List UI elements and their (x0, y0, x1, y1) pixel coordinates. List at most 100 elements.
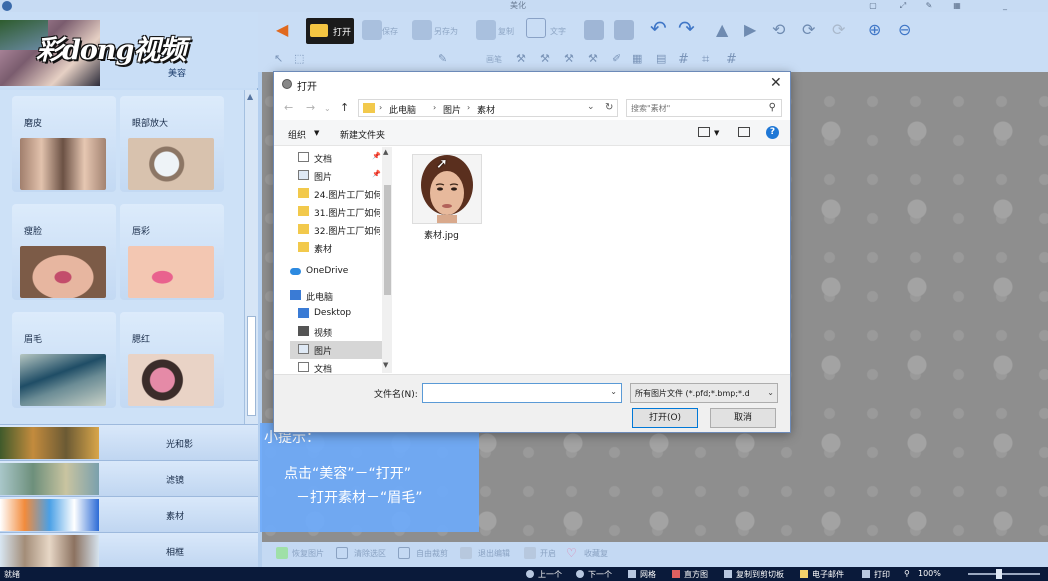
flip-vertical-icon[interactable]: ▲ (716, 20, 728, 39)
nav-item-pictures-pc[interactable]: 图片 (290, 341, 382, 359)
copy-clipboard-button[interactable]: 复制到剪切板 (736, 569, 784, 580)
nav-item-folder-31[interactable]: 31.图片工厂如何 (298, 203, 382, 221)
crop-grid-icon[interactable]: ⌗ (702, 52, 709, 67)
brush-2-icon[interactable]: ⚒ (540, 52, 550, 65)
brush-1-icon[interactable]: ⚒ (516, 52, 526, 65)
category-light-shadow[interactable]: 光和影 (0, 424, 258, 460)
rotate-free-icon[interactable]: ⟳ (832, 20, 845, 39)
nav-item-documents-pc[interactable]: 文档 (298, 359, 382, 373)
zoom-out-icon[interactable]: ⊖ (898, 20, 911, 39)
organize-dropdown-icon[interactable]: ▼ (314, 129, 319, 137)
brush-3-icon[interactable]: ⚒ (564, 52, 574, 65)
email-button[interactable]: 电子邮件 (812, 569, 844, 580)
prev-button[interactable]: 上一个 (538, 569, 562, 580)
address-dropdown-icon[interactable]: ⌄ (587, 102, 595, 112)
recent-dropdown-icon[interactable]: ⌄ (324, 104, 331, 113)
view-options-icon[interactable] (698, 127, 710, 137)
cancel-button[interactable]: 取消 (710, 408, 776, 428)
breadcrumb-pictures[interactable]: 图片 (443, 103, 461, 116)
nav-item-onedrive[interactable]: OneDrive (290, 263, 374, 281)
select-rect-icon[interactable]: ⬚ (294, 52, 304, 65)
zoom-slider-handle[interactable] (996, 569, 1002, 579)
print-status-icon[interactable] (862, 570, 870, 578)
new-folder-button[interactable]: 新建文件夹 (340, 128, 385, 141)
filetype-select[interactable]: 所有图片文件 (*.pfd;*.bmp;*.d ⌄ (630, 383, 778, 403)
preview-pane-icon[interactable] (738, 127, 750, 137)
nav-item-folder-32[interactable]: 32.图片工厂如何 (298, 221, 382, 239)
email-icon[interactable] (800, 570, 808, 578)
scroll-down-icon[interactable]: ▼ (383, 361, 388, 369)
grid-large-icon[interactable]: # (726, 52, 737, 67)
flip-horizontal-icon[interactable]: ▶ (744, 20, 756, 39)
nav-item-documents[interactable]: 文档 📌 (298, 149, 382, 167)
clear-selection-label[interactable]: 清除选区 (354, 548, 386, 559)
effect-card-slim-face[interactable]: 瘦脸 (12, 204, 116, 300)
print-button[interactable]: 打印 (874, 569, 890, 580)
rotate-left-icon[interactable]: ⟲ (772, 20, 785, 39)
scrollbar-thumb[interactable] (247, 316, 256, 416)
text-tool-icon[interactable] (526, 18, 546, 38)
filename-field[interactable]: ⌄ (422, 383, 622, 403)
back-icon[interactable]: ← (284, 101, 293, 114)
nav-item-this-pc[interactable]: 此电脑 (290, 287, 374, 305)
next-icon[interactable] (576, 570, 584, 578)
navigation-scrollbar[interactable]: ▲ ▼ (382, 147, 392, 373)
edit-icon[interactable]: ✎ (924, 1, 934, 11)
zoom-in-icon[interactable]: ⊕ (868, 20, 881, 39)
enable-icon[interactable] (524, 547, 536, 559)
exit-edit-label[interactable]: 退出编辑 (478, 548, 510, 559)
heart-icon[interactable]: ♡ (566, 546, 577, 560)
grid-icon[interactable]: ▤ (656, 52, 666, 65)
effect-card-eyebrow[interactable]: 眉毛 (12, 312, 116, 408)
refresh-icon[interactable]: ↻ (605, 102, 613, 113)
favorite-label[interactable]: 收藏复 (584, 548, 608, 559)
prev-icon[interactable] (526, 570, 534, 578)
forward-icon[interactable]: → (306, 101, 315, 114)
enable-label[interactable]: 开启 (540, 548, 556, 559)
category-material[interactable]: 素材 (0, 496, 258, 532)
grid-toggle[interactable]: 网格 (640, 569, 656, 580)
copy-icon[interactable] (476, 20, 496, 40)
zoom-slider[interactable] (968, 569, 1040, 579)
clear-selection-icon[interactable] (336, 547, 348, 559)
histogram-icon[interactable] (672, 570, 680, 578)
address-bar[interactable]: › 此电脑 › 图片 › 素材 ⌄ ↻ (358, 99, 618, 117)
breadcrumb-material[interactable]: 素材 (477, 103, 495, 116)
zoom-search-icon[interactable]: ⚲ (904, 569, 910, 578)
scroll-up-icon[interactable]: ▲ (383, 148, 388, 156)
search-icon[interactable]: ⚲ (769, 102, 776, 113)
mail-icon[interactable] (614, 20, 634, 40)
up-icon[interactable]: ↑ (340, 101, 349, 114)
rotate-right-icon[interactable]: ⟳ (802, 20, 815, 39)
scroll-up-icon[interactable]: ▲ (247, 92, 253, 101)
search-input[interactable] (631, 101, 761, 115)
filename-dropdown-icon[interactable]: ⌄ (610, 387, 617, 396)
view-dropdown-icon[interactable]: ▼ (714, 129, 719, 137)
print-icon[interactable] (584, 20, 604, 40)
palette-icon[interactable]: ▦ (952, 1, 962, 11)
fullscreen-icon[interactable]: ⤢ (898, 1, 908, 11)
effect-card-eye-enlarge[interactable]: 眼部放大 (120, 96, 224, 192)
hash-icon[interactable]: # (678, 52, 689, 67)
nav-item-material[interactable]: 素材 (298, 239, 382, 257)
exit-edit-icon[interactable] (460, 547, 472, 559)
category-frame[interactable]: 相框 (0, 532, 258, 568)
crop-icon[interactable] (398, 547, 410, 559)
restore-image-icon[interactable] (276, 547, 288, 559)
effect-card-smooth-skin[interactable]: 磨皮 (12, 96, 116, 192)
effect-card-blush[interactable]: 腮红 (120, 312, 224, 408)
breadcrumb-this-pc[interactable]: 此电脑 (389, 103, 416, 116)
redo-icon[interactable]: ↷ (678, 16, 695, 40)
brush-4-icon[interactable]: ⚒ (588, 52, 598, 65)
filetype-dropdown-icon[interactable]: ⌄ (767, 388, 774, 397)
organize-menu[interactable]: 组织 (288, 128, 306, 141)
undo-icon[interactable]: ↶ (650, 16, 667, 40)
crop-label[interactable]: 自由裁剪 (416, 548, 448, 559)
close-icon[interactable]: ✕ (770, 75, 782, 91)
next-button[interactable]: 下一个 (588, 569, 612, 580)
nav-item-pictures[interactable]: 图片 📌 (298, 167, 382, 185)
category-filter[interactable]: 滤镜 (0, 460, 258, 496)
open-button[interactable]: 打开 (306, 18, 354, 44)
nav-item-folder-24[interactable]: 24.图片工厂如何 (298, 185, 382, 203)
save-icon[interactable] (362, 20, 382, 40)
